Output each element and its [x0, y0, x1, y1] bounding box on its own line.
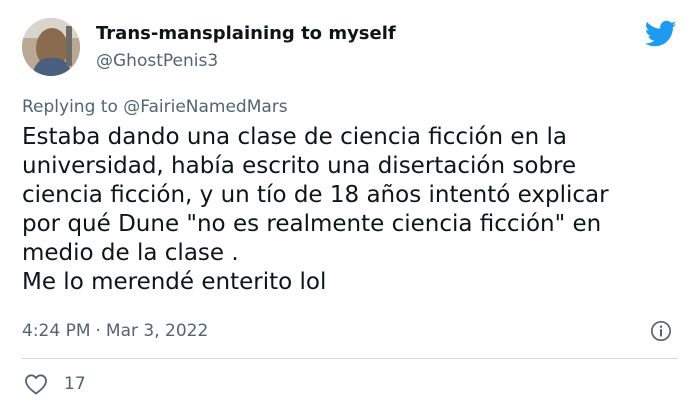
tweet-date: Mar 3, 2022	[105, 321, 209, 341]
avatar-image	[22, 18, 80, 76]
heart-icon[interactable]	[24, 373, 48, 395]
tweet-text-line: por qué Dune "no es realmente ciencia fi…	[22, 211, 602, 237]
tweet-text-line: Estaba dando una clase de ciencia ficció…	[22, 124, 567, 150]
replying-to-mention[interactable]: @FairieNamedMars	[123, 97, 287, 117]
timestamp-separator: ·	[95, 321, 101, 341]
divider	[22, 358, 678, 359]
twitter-bird-icon[interactable]	[645, 20, 677, 48]
author-handle[interactable]: @GhostPenis3	[96, 50, 218, 72]
tweet-text-line: Me lo merendé enterito lol	[22, 269, 327, 295]
tweet-text: Estaba dando una clase de ciencia ficció…	[22, 123, 682, 297]
tweet-timestamp[interactable]: 4:24 PM · Mar 3, 2022	[22, 320, 208, 342]
info-icon[interactable]	[650, 320, 672, 342]
tweet-time: 4:24 PM	[22, 321, 91, 341]
tweet-text-line: ciencia ficción, y un tío de 18 años int…	[22, 182, 609, 208]
replying-to: Replying to @FairieNamedMars	[22, 96, 288, 118]
tweet-text-line: medio de la clase .	[22, 240, 239, 266]
tweet-text-line: universidad, había escrito una disertaci…	[22, 153, 577, 179]
like-button[interactable]: 17	[24, 372, 86, 396]
like-count: 17	[64, 374, 86, 394]
replying-to-prefix: Replying to	[22, 97, 118, 117]
avatar[interactable]	[22, 18, 80, 76]
author-display-name[interactable]: Trans-mansplaining to myself	[96, 22, 396, 46]
tweet-card: Trans-mansplaining to myself @GhostPenis…	[0, 0, 700, 410]
